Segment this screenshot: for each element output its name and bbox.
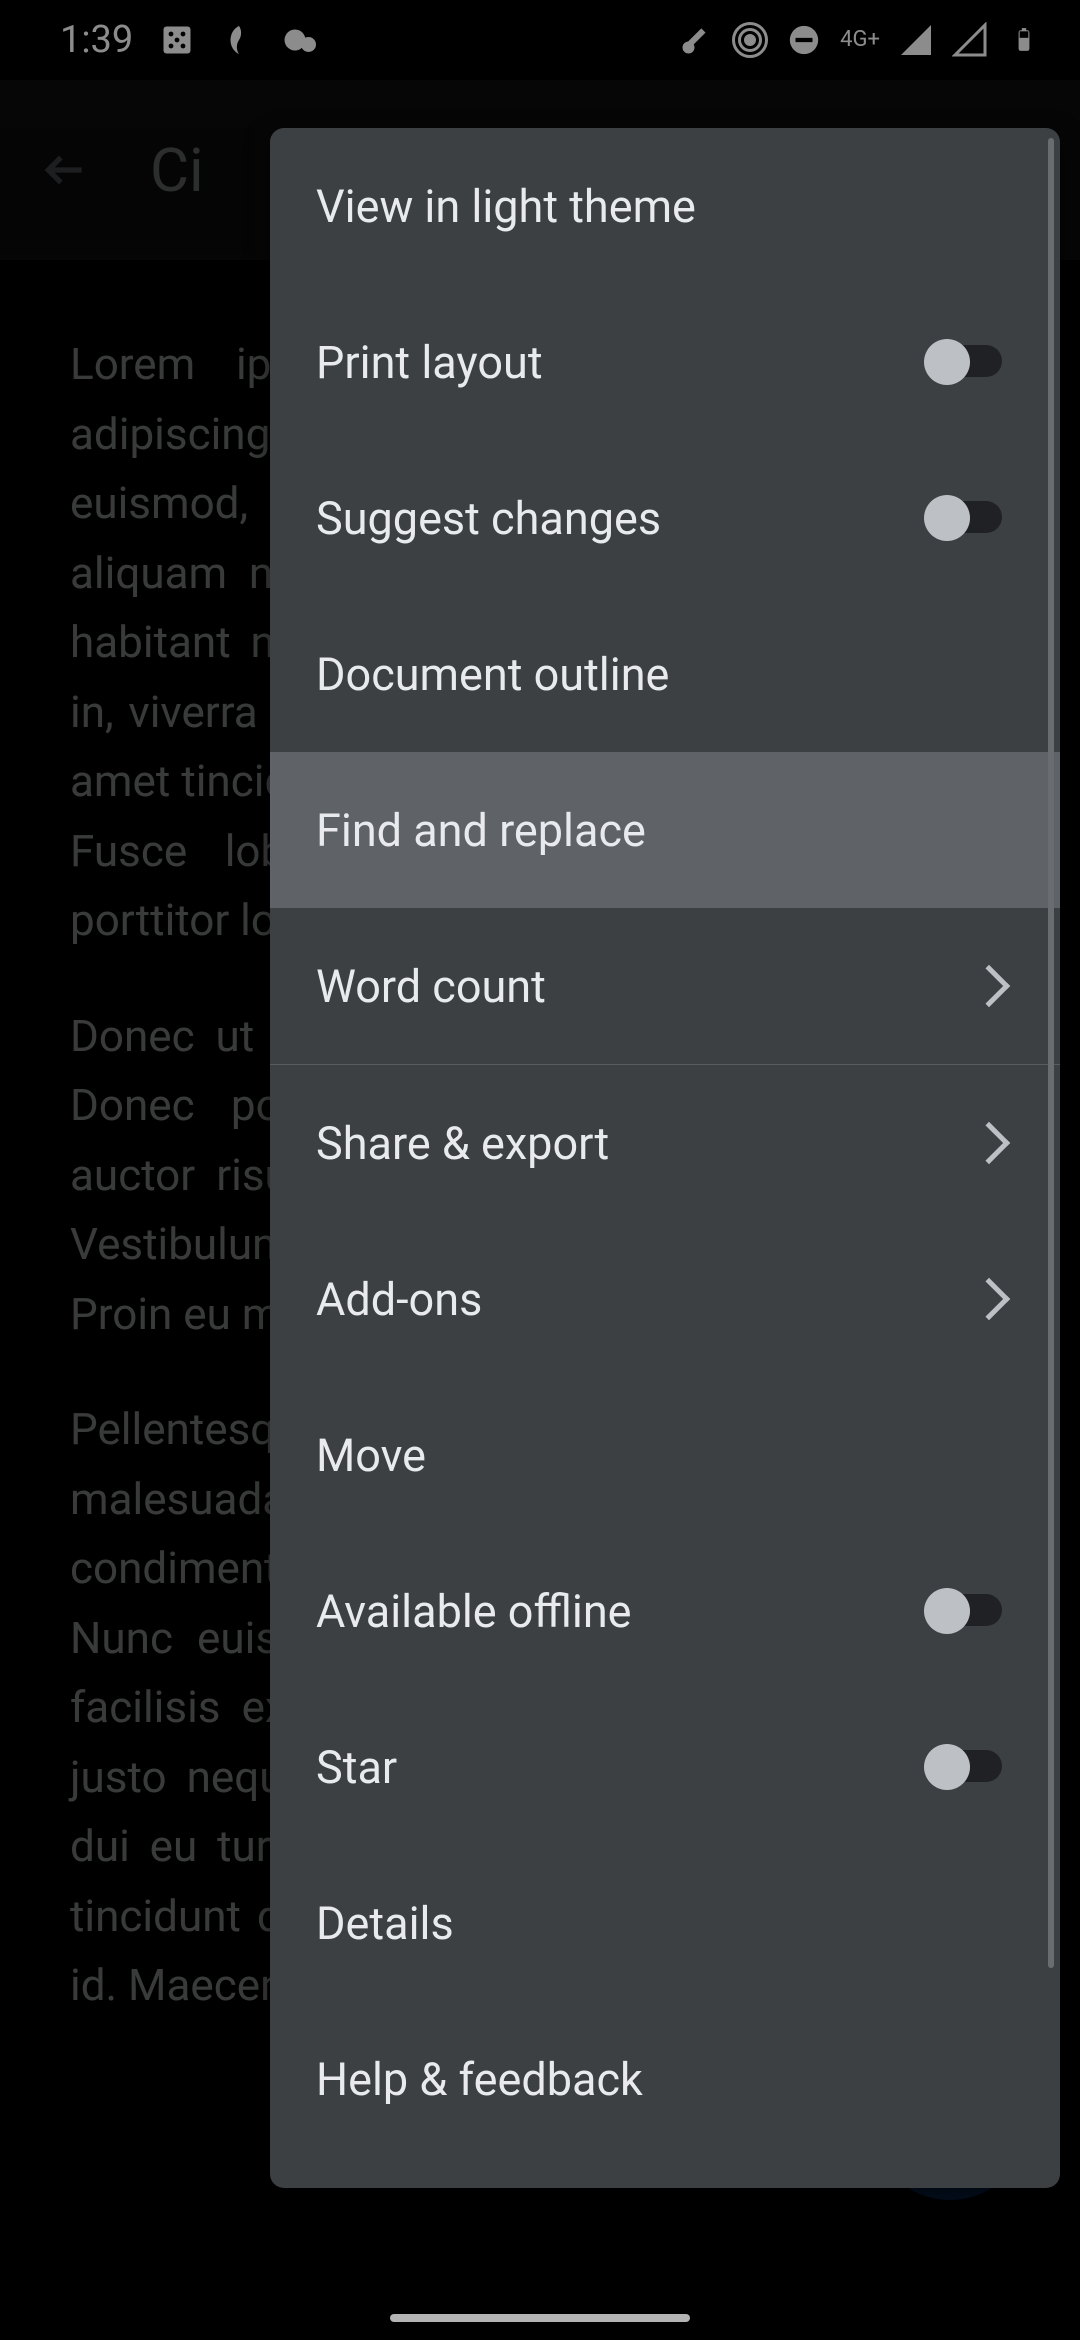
menu-item-share-export[interactable]: Share & export	[270, 1065, 1060, 1221]
menu-label: Suggest changes	[316, 492, 924, 545]
toggle-thumb	[924, 339, 970, 385]
chevron-right-icon	[968, 965, 1010, 1007]
chevron-right-icon	[968, 1278, 1010, 1320]
menu-item-view-light-theme[interactable]: View in light theme	[270, 128, 1060, 284]
toggle-thumb	[924, 1744, 970, 1790]
menu-label: Help & feedback	[316, 2053, 1014, 2106]
menu-label: Document outline	[316, 648, 1014, 701]
toggle-thumb	[924, 495, 970, 541]
menu-item-help-feedback[interactable]: Help & feedback	[270, 2001, 1060, 2157]
star-toggle[interactable]	[924, 1744, 1014, 1790]
menu-item-details[interactable]: Details	[270, 1845, 1060, 2001]
chevron-right-icon	[968, 1122, 1010, 1164]
overflow-menu: View in light theme Print layout Suggest…	[270, 128, 1060, 2188]
menu-label: Add-ons	[316, 1273, 974, 1326]
menu-label: Word count	[316, 960, 974, 1013]
menu-label: View in light theme	[316, 180, 1014, 233]
scrollbar[interactable]	[1048, 138, 1054, 1968]
menu-item-available-offline[interactable]: Available offline	[270, 1533, 1060, 1689]
menu-label: Find and replace	[316, 804, 1014, 857]
available-offline-toggle[interactable]	[924, 1588, 1014, 1634]
menu-item-move[interactable]: Move	[270, 1377, 1060, 1533]
toggle-thumb	[924, 1588, 970, 1634]
menu-label: Move	[316, 1429, 1014, 1482]
menu-label: Star	[316, 1741, 924, 1794]
menu-item-find-replace[interactable]: Find and replace	[270, 752, 1060, 908]
menu-label: Details	[316, 1897, 1014, 1950]
menu-item-print-layout[interactable]: Print layout	[270, 284, 1060, 440]
menu-label: Available offline	[316, 1585, 924, 1638]
menu-label: Print layout	[316, 336, 924, 389]
menu-item-add-ons[interactable]: Add-ons	[270, 1221, 1060, 1377]
print-layout-toggle[interactable]	[924, 339, 1014, 385]
menu-item-suggest-changes[interactable]: Suggest changes	[270, 440, 1060, 596]
menu-item-star[interactable]: Star	[270, 1689, 1060, 1845]
menu-item-word-count[interactable]: Word count	[270, 908, 1060, 1064]
menu-item-document-outline[interactable]: Document outline	[270, 596, 1060, 752]
menu-label: Share & export	[316, 1117, 974, 1170]
gesture-nav-bar[interactable]	[390, 2314, 690, 2322]
suggest-changes-toggle[interactable]	[924, 495, 1014, 541]
